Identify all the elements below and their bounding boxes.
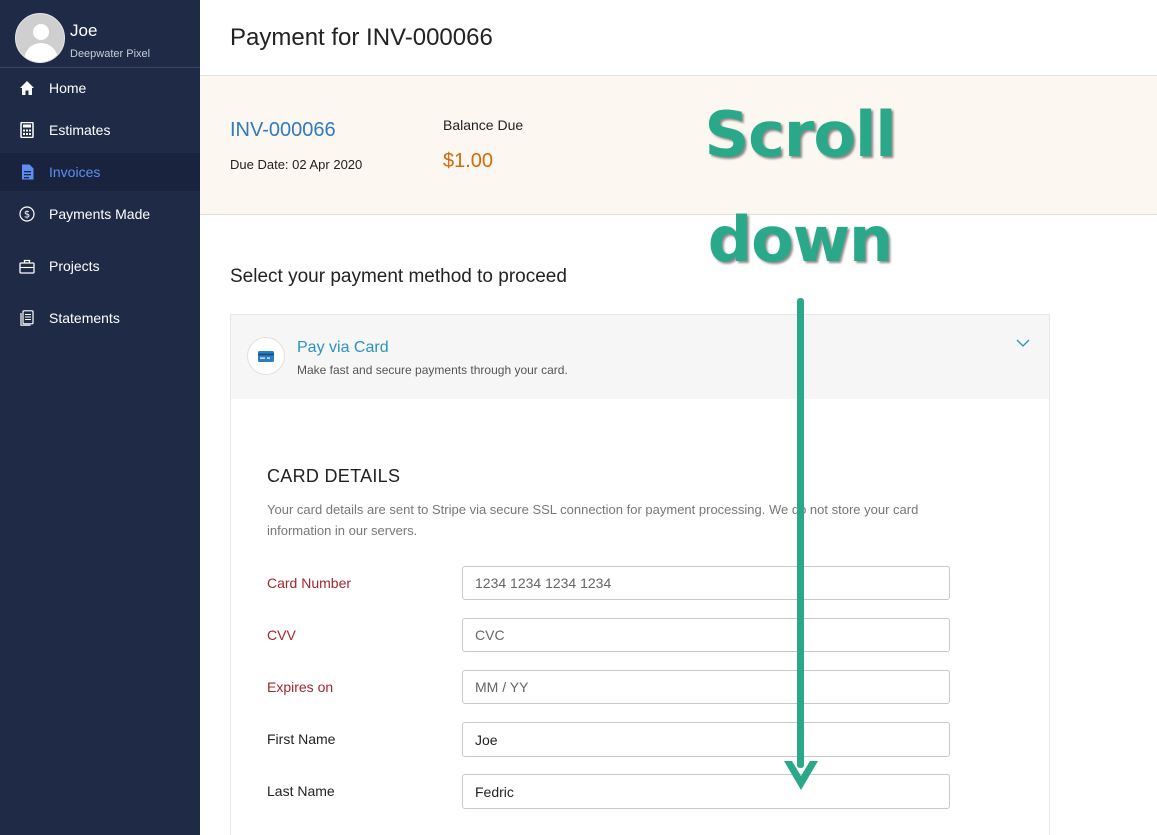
sidebar-item-home[interactable]: Home — [0, 69, 200, 107]
cvv-label: CVV — [267, 627, 296, 643]
document-icon — [19, 164, 35, 180]
page-header: Payment for INV-000066 — [200, 0, 1157, 76]
calculator-icon — [19, 122, 35, 138]
sidebar-item-statements[interactable]: Statements — [0, 299, 200, 337]
briefcase-icon — [19, 258, 35, 274]
card-details-title: CARD DETAILS — [267, 466, 401, 486]
chevron-down-icon[interactable] — [1015, 335, 1031, 351]
down-arrow-icon — [784, 298, 818, 790]
card-number-input[interactable] — [462, 566, 950, 600]
payment-method-heading: Select your payment method to proceed — [230, 266, 567, 287]
invoice-summary: INV-000066 Due Date: 02 Apr 2020 Balance… — [200, 76, 1157, 215]
first-name-label: First Name — [267, 731, 336, 747]
scroll-annotation-line1: Scroll — [704, 98, 896, 171]
sidebar-item-label: Home — [49, 80, 87, 96]
avatar — [15, 13, 65, 63]
pay-via-card-subtitle: Make fast and secure payments through yo… — [297, 363, 568, 377]
balance-due-label: Balance Due — [443, 117, 524, 133]
invoice-number[interactable]: INV-000066 — [230, 119, 336, 142]
payment-method-panel: Pay via Card Make fast and secure paymen… — [230, 314, 1050, 835]
credit-card-icon — [247, 337, 285, 375]
sidebar-item-estimates[interactable]: Estimates — [0, 111, 200, 149]
dollar-circle-icon: $ — [19, 206, 35, 222]
due-date: Due Date: 02 Apr 2020 — [230, 157, 363, 172]
sidebar-item-label: Projects — [49, 258, 100, 274]
sidebar-item-projects[interactable]: Projects — [0, 247, 200, 285]
organization-name: Deepwater Pixel — [70, 48, 151, 60]
sidebar-item-payments-made[interactable]: $ Payments Made — [0, 195, 200, 233]
page-title: Payment for INV-000066 — [230, 24, 493, 51]
balance-due-value: $1.00 — [443, 150, 494, 172]
card-number-label: Card Number — [267, 575, 352, 591]
sidebar-item-label: Payments Made — [49, 206, 151, 222]
user-name: Joe — [70, 21, 98, 40]
sidebar-item-label: Statements — [49, 310, 120, 326]
svg-text:$: $ — [24, 210, 30, 221]
first-name-input[interactable] — [462, 722, 950, 757]
card-details-note: Your card details are sent to Stripe via… — [267, 502, 919, 538]
expiry-input[interactable] — [462, 670, 950, 704]
last-name-label: Last Name — [267, 783, 335, 799]
sidebar-item-label: Invoices — [49, 164, 101, 180]
app: Joe Deepwater Pixel Home Estimates Invoi… — [0, 0, 1157, 835]
expires-on-label: Expires on — [267, 679, 334, 695]
pay-via-card-title: Pay via Card — [297, 339, 389, 356]
last-name-input[interactable] — [462, 774, 950, 809]
user-profile[interactable]: Joe Deepwater Pixel — [0, 0, 200, 68]
home-icon — [19, 80, 35, 96]
cvv-input[interactable] — [462, 618, 950, 652]
pay-via-card-header[interactable]: Pay via Card Make fast and secure paymen… — [231, 315, 1049, 399]
sidebar: Joe Deepwater Pixel Home Estimates Invoi… — [0, 0, 200, 835]
sidebar-item-label: Estimates — [49, 122, 111, 138]
sidebar-item-invoices[interactable]: Invoices — [0, 153, 200, 191]
statement-icon — [19, 310, 35, 326]
scroll-annotation-line2: down — [707, 203, 893, 276]
